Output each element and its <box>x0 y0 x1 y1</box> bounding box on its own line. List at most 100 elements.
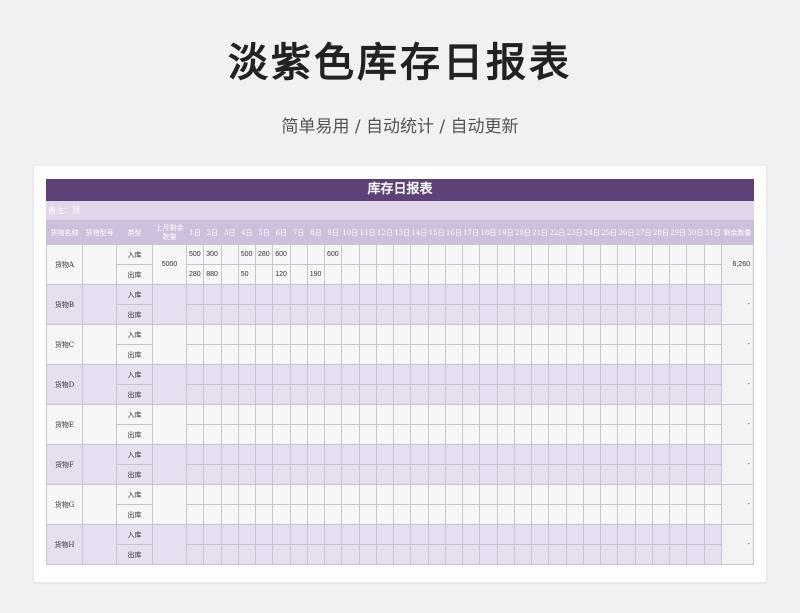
out-qty-cell[interactable] <box>341 464 360 485</box>
in-qty-cell[interactable] <box>254 444 274 465</box>
out-qty-cell[interactable] <box>617 504 636 525</box>
out-qty-cell[interactable]: 280 <box>185 264 205 285</box>
in-qty-cell[interactable] <box>375 484 395 505</box>
out-qty-cell[interactable] <box>634 344 653 365</box>
out-qty-cell[interactable] <box>254 424 274 445</box>
in-qty-cell[interactable] <box>513 324 533 345</box>
in-qty-cell[interactable] <box>703 324 722 345</box>
out-qty-cell[interactable] <box>220 384 239 405</box>
in-qty-cell[interactable]: 600 <box>272 244 291 265</box>
last-month-cell[interactable] <box>152 444 187 485</box>
remark-row[interactable]: 备注：顶 <box>46 201 754 221</box>
in-qty-cell[interactable] <box>272 524 291 545</box>
goods-name-cell[interactable]: 货物D <box>46 364 83 405</box>
in-qty-cell[interactable] <box>513 524 533 545</box>
in-qty-cell[interactable] <box>444 284 464 305</box>
in-qty-cell[interactable] <box>410 284 429 305</box>
in-qty-cell[interactable] <box>427 444 446 465</box>
goods-name-cell[interactable]: 货物G <box>46 484 83 525</box>
in-qty-cell[interactable] <box>513 364 533 385</box>
in-qty-cell[interactable] <box>254 284 274 305</box>
out-qty-cell[interactable] <box>444 304 464 325</box>
in-qty-cell[interactable] <box>651 524 671 545</box>
out-qty-cell[interactable] <box>530 304 550 325</box>
in-qty-cell[interactable] <box>599 524 619 545</box>
out-qty-cell[interactable] <box>582 544 602 565</box>
in-qty-cell[interactable] <box>203 284 222 305</box>
in-qty-cell[interactable] <box>461 404 481 425</box>
out-qty-cell[interactable] <box>651 264 671 285</box>
out-qty-cell[interactable] <box>410 464 429 485</box>
out-qty-cell[interactable] <box>410 424 429 445</box>
out-qty-cell[interactable] <box>634 384 653 405</box>
in-qty-cell[interactable] <box>341 284 360 305</box>
in-qty-cell[interactable] <box>496 444 515 465</box>
in-qty-cell[interactable] <box>548 364 567 385</box>
in-qty-cell[interactable] <box>461 284 481 305</box>
out-qty-cell[interactable] <box>392 264 412 285</box>
out-qty-cell[interactable] <box>254 344 274 365</box>
in-qty-cell[interactable] <box>427 364 446 385</box>
out-qty-cell[interactable] <box>427 264 446 285</box>
out-qty-cell[interactable] <box>548 384 567 405</box>
out-qty-cell[interactable] <box>392 504 412 525</box>
in-qty-cell[interactable] <box>530 444 550 465</box>
out-qty-cell[interactable] <box>323 504 343 525</box>
out-qty-cell[interactable] <box>530 264 550 285</box>
out-qty-cell[interactable] <box>599 504 619 525</box>
out-qty-cell[interactable] <box>582 384 602 405</box>
in-qty-cell[interactable] <box>686 444 705 465</box>
out-qty-cell[interactable] <box>686 504 705 525</box>
out-qty-cell[interactable] <box>306 424 326 445</box>
out-qty-cell[interactable] <box>651 464 671 485</box>
out-qty-cell[interactable] <box>582 504 602 525</box>
in-qty-cell[interactable] <box>254 404 274 425</box>
out-qty-cell[interactable] <box>341 504 360 525</box>
in-qty-cell[interactable] <box>668 324 688 345</box>
in-qty-cell[interactable] <box>634 364 653 385</box>
in-qty-cell[interactable] <box>686 364 705 385</box>
out-qty-cell[interactable] <box>565 544 584 565</box>
out-qty-cell[interactable] <box>392 344 412 365</box>
in-qty-cell[interactable] <box>392 484 412 505</box>
out-qty-cell[interactable] <box>634 544 653 565</box>
in-qty-cell[interactable] <box>703 444 722 465</box>
out-qty-cell[interactable] <box>444 504 464 525</box>
in-qty-cell[interactable] <box>306 404 326 425</box>
in-qty-cell[interactable] <box>703 524 722 545</box>
goods-model-cell[interactable] <box>82 244 117 285</box>
out-qty-cell[interactable] <box>461 304 481 325</box>
in-qty-cell[interactable] <box>565 244 584 265</box>
in-qty-cell[interactable] <box>220 524 239 545</box>
goods-model-cell[interactable] <box>82 324 117 365</box>
out-qty-cell[interactable] <box>668 504 688 525</box>
last-month-cell[interactable] <box>152 484 187 525</box>
out-qty-cell[interactable] <box>358 344 377 365</box>
out-qty-cell[interactable] <box>323 384 343 405</box>
out-qty-cell[interactable] <box>254 304 274 325</box>
in-qty-cell[interactable]: 280 <box>254 244 274 265</box>
in-qty-cell[interactable] <box>289 444 308 465</box>
in-qty-cell[interactable] <box>341 324 360 345</box>
in-qty-cell[interactable] <box>496 524 515 545</box>
out-qty-cell[interactable] <box>686 544 705 565</box>
in-qty-cell[interactable] <box>254 364 274 385</box>
in-qty-cell[interactable] <box>496 284 515 305</box>
in-qty-cell[interactable] <box>323 284 343 305</box>
goods-model-cell[interactable] <box>82 524 117 565</box>
in-qty-cell[interactable] <box>565 404 584 425</box>
in-qty-cell[interactable] <box>530 284 550 305</box>
out-qty-cell[interactable] <box>306 344 326 365</box>
last-month-cell[interactable] <box>152 524 187 565</box>
in-qty-cell[interactable] <box>410 324 429 345</box>
out-qty-cell[interactable] <box>668 384 688 405</box>
out-qty-cell[interactable] <box>185 344 205 365</box>
in-qty-cell[interactable] <box>358 404 377 425</box>
goods-model-cell[interactable] <box>82 444 117 485</box>
out-qty-cell[interactable] <box>565 504 584 525</box>
in-qty-cell[interactable] <box>444 524 464 545</box>
out-qty-cell[interactable] <box>289 424 308 445</box>
out-qty-cell[interactable] <box>220 304 239 325</box>
in-qty-cell[interactable] <box>323 444 343 465</box>
out-qty-cell[interactable] <box>686 344 705 365</box>
